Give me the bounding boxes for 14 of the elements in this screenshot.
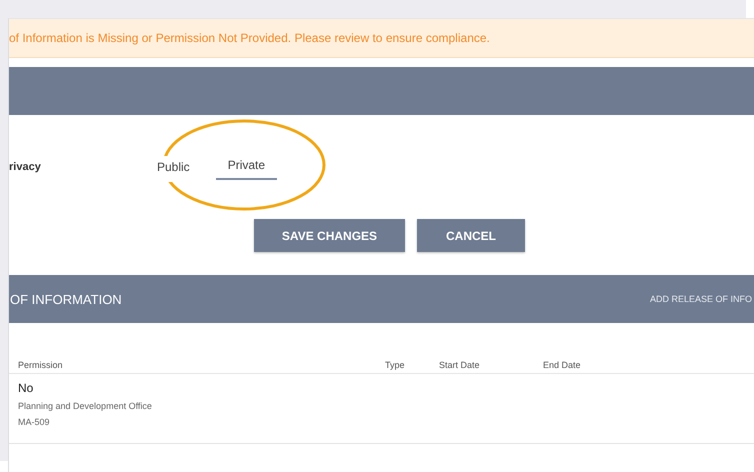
field-label: rivacy [9, 161, 42, 173]
column-header: Start Date [439, 360, 481, 372]
section-title: OF INFORMATION [9, 292, 122, 306]
table-cell-text: No [18, 381, 34, 395]
alert-banner: of Information is Missing or Permission Not Provided. Please review to ensure compliance. [9, 19, 754, 58]
column-header: Type [385, 360, 406, 372]
cancel-button[interactable]: CANCEL [417, 219, 525, 252]
column-header: End Date [543, 360, 581, 372]
column-header: Permission [18, 360, 64, 372]
privacy-option[interactable]: Private [216, 154, 278, 180]
table-cell-text: MA-509 [18, 417, 51, 427]
table-cell-text: Planning and Development Office [18, 401, 153, 411]
add-link[interactable]: ADD RELEASE OF INFO [650, 294, 752, 304]
save-button[interactable]: SAVE CHANGES [254, 219, 405, 252]
